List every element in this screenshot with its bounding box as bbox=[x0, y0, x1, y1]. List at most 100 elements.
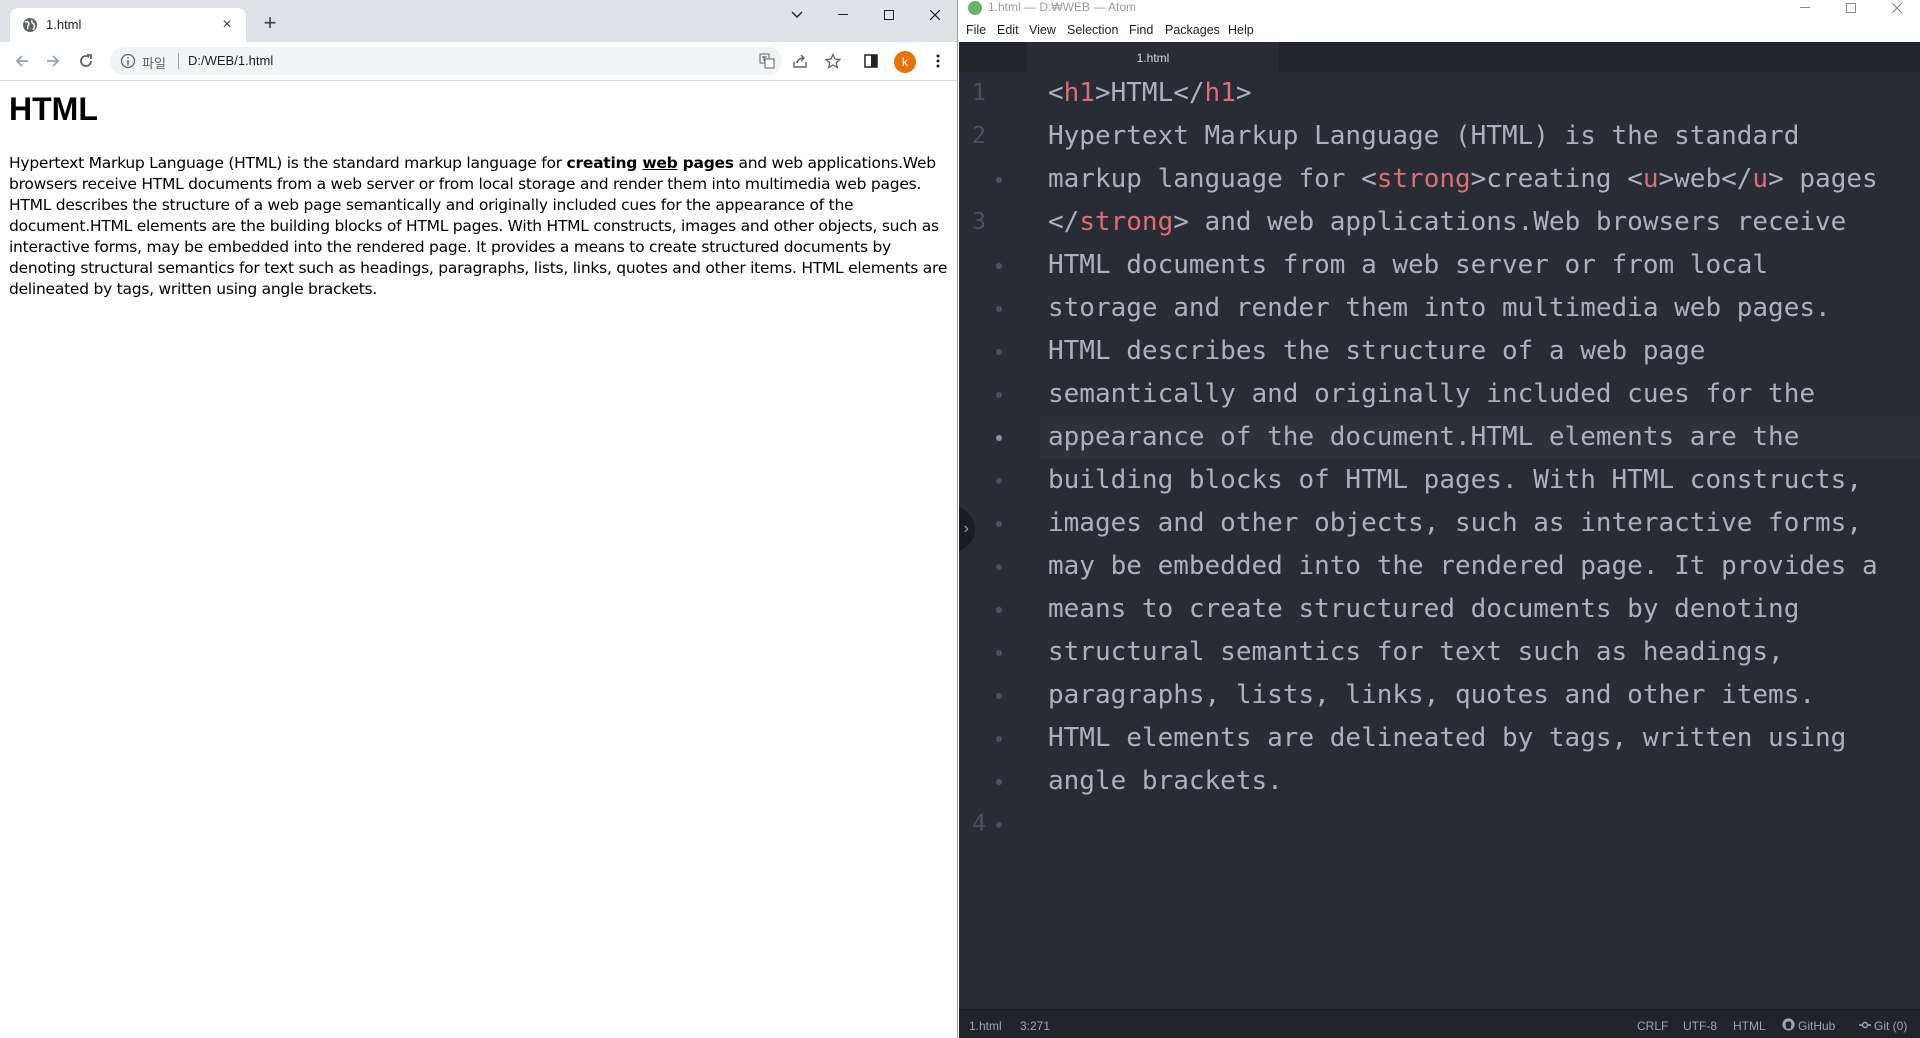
new-tab-button[interactable]: + bbox=[258, 12, 282, 36]
soft-wrap-dot bbox=[996, 736, 1002, 742]
atom-window-title: 1.html — D:₩WEB — Atom bbox=[988, 0, 1137, 14]
paragraph-text-end: and web applications.Web browsers receiv… bbox=[9, 154, 948, 298]
code-line: <h1>HTML</h1> bbox=[1048, 72, 1252, 115]
address-scheme: 파일 bbox=[142, 57, 166, 72]
code-punct: </ bbox=[1048, 207, 1080, 237]
reload-icon[interactable] bbox=[73, 49, 99, 73]
atom-window: 1.html — D:₩WEB — Atom File Edit View Se… bbox=[959, 0, 1920, 1038]
soft-wrap-dot bbox=[996, 263, 1002, 269]
globe-icon bbox=[23, 18, 37, 32]
code-tag: u bbox=[1752, 164, 1769, 194]
atom-close-icon[interactable] bbox=[1877, 0, 1917, 16]
soft-wrap-dot bbox=[996, 779, 1002, 785]
code-line: images and other objects, such as intera… bbox=[1048, 508, 1862, 538]
code-line: markup language for <strong>creating <u>… bbox=[1048, 158, 1878, 201]
status-github[interactable]: GitHub bbox=[1798, 1019, 1835, 1033]
soft-wrap-dot bbox=[996, 349, 1002, 355]
soft-wrap-dot bbox=[996, 435, 1002, 441]
translate-icon[interactable] bbox=[758, 52, 776, 70]
line-number: 4 bbox=[972, 811, 986, 837]
code-text[interactable]: <h1>HTML</h1> Hypertext Markup Language … bbox=[1048, 72, 1878, 796]
profile-avatar[interactable]: k bbox=[894, 51, 916, 73]
soft-wrap-dot bbox=[996, 693, 1002, 699]
paragraph-text-start: Hypertext Markup Language (HTML) is the … bbox=[9, 154, 567, 172]
code-line: angle brackets. bbox=[1048, 766, 1283, 796]
tab-title: 1.html bbox=[46, 17, 82, 32]
soft-wrap-dot bbox=[996, 306, 1002, 312]
page-heading: HTML bbox=[9, 91, 98, 127]
bookmark-star-icon[interactable] bbox=[824, 52, 842, 70]
github-icon bbox=[1782, 1018, 1795, 1031]
atom-menubar: File Edit View Selection Find Packages H… bbox=[959, 16, 1920, 42]
code-tag: strong bbox=[1376, 164, 1471, 194]
atom-maximize-icon[interactable] bbox=[1831, 0, 1871, 16]
line-number: 1 bbox=[972, 80, 986, 106]
back-arrow-icon[interactable] bbox=[9, 49, 35, 73]
menu-view[interactable]: View bbox=[1029, 23, 1056, 37]
atom-minimize-icon[interactable] bbox=[1785, 0, 1825, 16]
menu-file[interactable]: File bbox=[966, 23, 986, 37]
forward-arrow-icon[interactable] bbox=[40, 49, 66, 73]
code-line: may be embedded into the rendered page. … bbox=[1048, 551, 1878, 581]
status-git[interactable]: Git (0) bbox=[1874, 1019, 1907, 1033]
side-panel-icon[interactable] bbox=[862, 52, 880, 70]
status-file-name[interactable]: 1.html bbox=[969, 1019, 1002, 1033]
code-editor[interactable]: 1 2 3 4 <h1>HTML</h1> Hypertext Markup L… bbox=[959, 72, 1920, 1009]
page-content: HTML Hypertext Markup Language (HTML) is… bbox=[0, 81, 957, 1038]
status-encoding[interactable]: UTF-8 bbox=[1683, 1019, 1717, 1033]
status-grammar[interactable]: HTML bbox=[1733, 1019, 1766, 1033]
code-tag: u bbox=[1642, 164, 1659, 194]
strong-text-creating: creating bbox=[566, 154, 643, 172]
soft-wrap-dot bbox=[996, 392, 1002, 398]
address-url[interactable]: D:/WEB/1.html bbox=[188, 53, 273, 68]
menu-selection[interactable]: Selection bbox=[1067, 23, 1118, 37]
atom-titlebar: 1.html — D:₩WEB — Atom bbox=[959, 0, 1920, 16]
tab-close-icon[interactable]: × bbox=[216, 14, 238, 36]
line-number: 3 bbox=[972, 209, 986, 235]
browser-toolbar: 파일 D:/WEB/1.html k bbox=[0, 42, 957, 81]
browser-tab[interactable]: 1.html × bbox=[10, 8, 246, 42]
address-bar[interactable]: 파일 D:/WEB/1.html bbox=[110, 47, 782, 75]
page-paragraph: Hypertext Markup Language (HTML) is the … bbox=[9, 153, 953, 300]
code-text-span: >web</ bbox=[1658, 164, 1753, 194]
code-punct: < bbox=[1048, 78, 1064, 108]
code-line: building blocks of HTML pages. With HTML… bbox=[1048, 465, 1862, 495]
kebab-menu-icon[interactable] bbox=[929, 52, 947, 70]
soft-wrap-dot bbox=[996, 177, 1002, 183]
close-window-icon[interactable] bbox=[912, 0, 957, 30]
code-line: appearance of the document.HTML elements… bbox=[1048, 422, 1800, 452]
atom-status-bar: 1.html 3:271 CRLF UTF-8 HTML GitHub Git … bbox=[959, 1009, 1920, 1038]
menu-find[interactable]: Find bbox=[1129, 23, 1153, 37]
status-cursor-position[interactable]: 3:271 bbox=[1020, 1019, 1050, 1033]
tab-strip: 1.html × + bbox=[0, 0, 957, 42]
atom-editor-tab[interactable]: 1.html bbox=[1027, 42, 1279, 72]
code-text-span: markup language for < bbox=[1048, 164, 1377, 194]
share-icon[interactable] bbox=[791, 52, 809, 70]
info-icon[interactable] bbox=[120, 53, 136, 69]
atom-logo-icon bbox=[968, 1, 982, 15]
soft-wrap-dot bbox=[996, 607, 1002, 613]
code-line: HTML documents from a web server or from… bbox=[1048, 250, 1769, 280]
chrome-window: 1.html × + 파일 D:/WEB/1.html k HTML Hyper… bbox=[0, 0, 958, 1038]
code-tag: h1 bbox=[1204, 78, 1236, 108]
minimize-icon[interactable] bbox=[820, 0, 866, 30]
code-punct: > bbox=[1235, 78, 1252, 108]
strong-text-pages: pages bbox=[677, 154, 734, 172]
tab-search-icon[interactable] bbox=[774, 0, 820, 30]
atom-tab-title: 1.html bbox=[1136, 51, 1170, 65]
strong-text: creating web pages bbox=[566, 154, 735, 172]
code-line: paragraphs, lists, links, quotes and oth… bbox=[1048, 680, 1816, 710]
maximize-icon[interactable] bbox=[866, 0, 912, 30]
atom-tab-bar: 1.html bbox=[959, 42, 1920, 72]
menu-help[interactable]: Help bbox=[1228, 23, 1254, 37]
underlined-text: web bbox=[642, 154, 678, 172]
soft-wrap-dot bbox=[996, 521, 1002, 527]
code-text-span: > pages bbox=[1768, 164, 1878, 194]
menu-edit[interactable]: Edit bbox=[997, 23, 1019, 37]
status-line-ending[interactable]: CRLF bbox=[1637, 1019, 1668, 1033]
code-text-span: > and web applications.Web browsers rece… bbox=[1173, 207, 1847, 237]
menu-packages[interactable]: Packages bbox=[1165, 23, 1220, 37]
code-text-span: >creating < bbox=[1470, 164, 1643, 194]
address-separator bbox=[178, 53, 179, 69]
code-line: semantically and originally included cue… bbox=[1048, 379, 1816, 409]
